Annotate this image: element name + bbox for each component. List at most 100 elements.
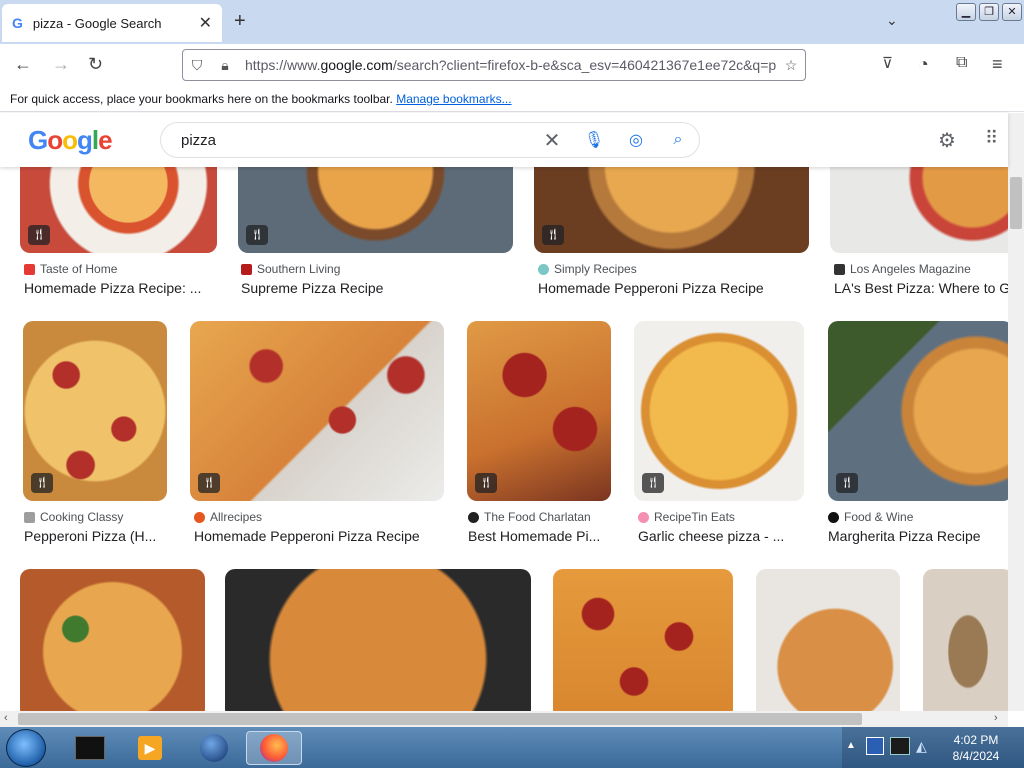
close-window-button[interactable]: ✕	[1002, 3, 1022, 21]
recipe-utensils-icon: 🍴︎	[475, 473, 497, 493]
result-thumbnail[interactable]	[20, 569, 205, 711]
result-thumbnail[interactable]: 🍴︎	[828, 321, 1008, 501]
result-thumbnail[interactable]	[756, 569, 900, 711]
vertical-scrollbar[interactable]	[1008, 113, 1024, 711]
result-thumbnail[interactable]: 🍴︎	[20, 167, 217, 253]
bookmarks-hint-text: For quick access, place your bookmarks h…	[10, 92, 393, 106]
logo-letter: o	[62, 125, 78, 155]
search-input[interactable]: pizza	[181, 132, 531, 149]
result-thumbnail[interactable]: 🍴︎	[238, 167, 513, 253]
tab-google-search[interactable]: G pizza - Google Search ✕	[2, 4, 222, 42]
taskbar-globe-icon[interactable]	[186, 731, 242, 765]
voice-search-microphone-icon[interactable]: 🎙︎	[573, 130, 615, 150]
scroll-left-arrow-icon[interactable]: ‹	[4, 712, 8, 724]
url-host: google.com	[320, 57, 393, 73]
result-source: The Food Charlatan	[468, 510, 613, 524]
restore-window-button[interactable]: ❐	[979, 3, 999, 21]
result-thumbnail[interactable]	[830, 167, 1008, 253]
source-name: Food & Wine	[844, 510, 914, 524]
google-doodle-logo[interactable]: Google	[28, 125, 113, 156]
recipe-utensils-icon: 🍴︎	[198, 473, 220, 493]
result-thumbnail[interactable]	[923, 569, 1008, 711]
horizontal-scrollbar[interactable]: ‹ ›	[0, 711, 1008, 727]
result-thumbnail[interactable]: 🍴︎	[634, 321, 804, 501]
pocket-icon[interactable]: ⊽	[882, 54, 893, 72]
result-title[interactable]: Homemade Pepperoni Pizza Recipe	[538, 280, 808, 296]
search-box[interactable]: pizza ✕ 🎙︎ ◎ ⌕	[160, 122, 700, 158]
result-source: RecipeTin Eats	[638, 510, 804, 524]
extensions-icon[interactable]: ⧉	[956, 54, 967, 72]
taskbar-terminal-icon[interactable]	[62, 731, 118, 765]
reload-icon[interactable]: ↻	[88, 54, 103, 75]
result-title[interactable]: Homemade Pepperoni Pizza Recipe	[194, 528, 444, 544]
clock-time: 4:02 PM	[953, 733, 999, 747]
logo-letter: o	[47, 125, 63, 155]
back-arrow-icon[interactable]: ←	[14, 54, 32, 75]
result-source: Los Angeles Magazine	[834, 262, 1008, 276]
site-favicon-icon	[194, 511, 205, 523]
result-title[interactable]: Garlic cheese pizza - ...	[638, 528, 804, 544]
forward-arrow-icon[interactable]: →	[52, 54, 70, 75]
network-status-icon[interactable]: ◭	[916, 738, 927, 755]
source-name: Allrecipes	[210, 510, 263, 524]
taskbar-media-player-icon[interactable]: ▶	[122, 731, 178, 765]
horizontal-scrollbar-thumb[interactable]	[18, 713, 862, 725]
result-title[interactable]: LA's Best Pizza: Where to G	[834, 280, 1008, 296]
result-thumbnail[interactable]: 🍴︎	[534, 167, 809, 253]
bookmark-star-icon[interactable]: ☆	[777, 57, 805, 74]
minimize-window-button[interactable]: ▁	[956, 3, 976, 21]
windows-taskbar: ▶ ▲ ◭ 4:02 PM 8/4/2024	[0, 727, 1024, 768]
google-header: Google pizza ✕ 🎙︎ ◎ ⌕ ⚙ ⠿	[0, 113, 1008, 167]
lock-icon[interactable]: 🔒︎	[211, 57, 239, 74]
recipe-utensils-icon: 🍴︎	[542, 225, 564, 245]
taskbar-clock[interactable]: 4:02 PM 8/4/2024	[936, 732, 1016, 764]
lens-camera-icon[interactable]: ◎	[615, 130, 657, 150]
result-thumbnail[interactable]: 🍴︎	[23, 321, 167, 501]
site-favicon-icon	[241, 263, 252, 275]
browser-tab-strip: G pizza - Google Search ✕ + ⌄ ▁ ❐ ✕	[0, 0, 1024, 44]
result-thumbnail[interactable]	[553, 569, 733, 711]
show-hidden-icons-arrow-icon[interactable]: ▲	[846, 740, 856, 751]
settings-gear-icon[interactable]: ⚙	[938, 128, 956, 153]
result-title[interactable]: Best Homemade Pi...	[468, 528, 613, 544]
new-tab-button[interactable]: +	[234, 10, 246, 33]
site-favicon-icon	[834, 263, 845, 275]
manage-bookmarks-link[interactable]: Manage bookmarks...	[396, 92, 511, 106]
google-apps-grid-icon[interactable]: ⠿	[985, 128, 998, 149]
source-name: Southern Living	[257, 262, 341, 276]
result-title[interactable]: Homemade Pizza Recipe: ...	[24, 280, 214, 296]
list-all-tabs-chevron-icon[interactable]: ⌄	[886, 12, 898, 29]
network-monitor-icon[interactable]	[890, 737, 910, 755]
result-thumbnail[interactable]: 🍴︎	[467, 321, 611, 501]
tray-app-icon[interactable]	[866, 737, 884, 755]
result-thumbnail[interactable]: 🍴︎	[190, 321, 444, 501]
search-icon[interactable]: ⌕	[657, 131, 699, 149]
url-prefix: https://www.	[245, 57, 321, 73]
tracking-protection-shield-icon[interactable]: ⛉	[183, 57, 211, 74]
start-button-windows-icon[interactable]	[6, 729, 46, 767]
account-icon[interactable]: ◔	[918, 54, 929, 75]
scroll-right-arrow-icon[interactable]: ›	[994, 712, 998, 724]
url-bar[interactable]: ⛉ 🔒︎ https://www.google.com/search?clien…	[182, 49, 806, 81]
result-thumbnail[interactable]	[225, 569, 531, 711]
source-name: Los Angeles Magazine	[850, 262, 971, 276]
site-favicon-icon	[24, 511, 35, 523]
menu-hamburger-icon[interactable]: ≡	[992, 54, 1003, 75]
close-tab-icon[interactable]: ✕	[199, 13, 212, 33]
source-name: RecipeTin Eats	[654, 510, 735, 524]
result-title[interactable]: Pepperoni Pizza (H...	[24, 528, 169, 544]
site-favicon-icon	[638, 511, 649, 523]
recipe-utensils-icon: 🍴︎	[31, 473, 53, 493]
logo-letter: g	[77, 125, 93, 155]
url-path: /search?client=firefox-b-e&sca_esv=46042…	[392, 57, 777, 73]
clear-search-icon[interactable]: ✕	[531, 128, 573, 153]
url-text[interactable]: https://www.google.com/search?client=fir…	[245, 57, 777, 73]
bookmarks-toolbar: For quick access, place your bookmarks h…	[0, 86, 1024, 112]
clock-date: 8/4/2024	[952, 749, 1000, 763]
result-title[interactable]: Supreme Pizza Recipe	[241, 280, 511, 296]
logo-letter: e	[98, 125, 113, 155]
vertical-scrollbar-thumb[interactable]	[1010, 177, 1022, 229]
result-title[interactable]: Margherita Pizza Recipe	[828, 528, 1008, 544]
taskbar-firefox-icon[interactable]	[246, 731, 302, 765]
result-source: Cooking Classy	[24, 510, 169, 524]
